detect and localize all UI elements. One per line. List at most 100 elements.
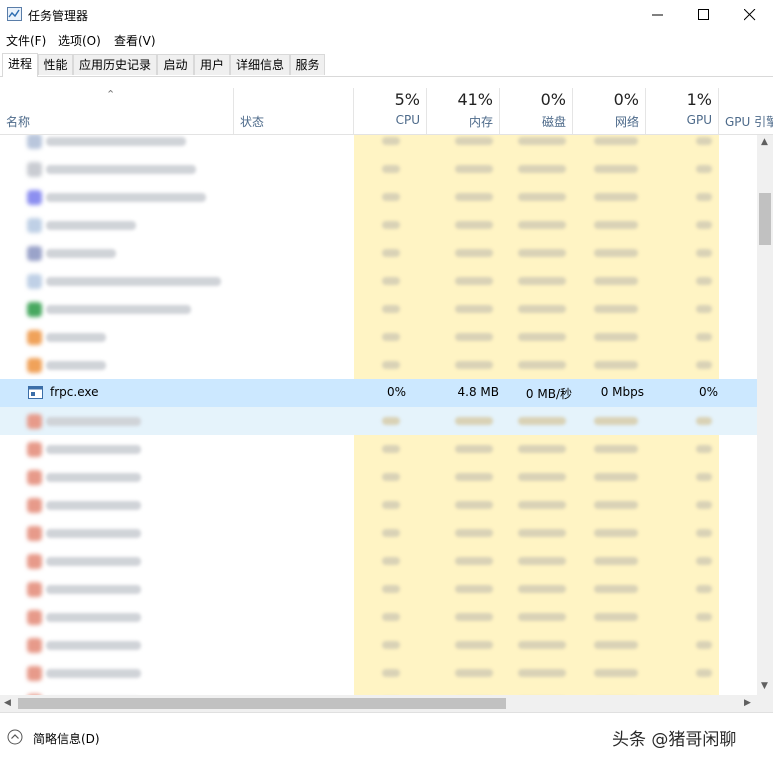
usage-value-obscured [518,305,566,313]
collapse-icon[interactable] [7,729,23,745]
usage-value-obscured [594,193,638,201]
horizontal-scrollbar[interactable]: ◀ ▶ [0,695,757,712]
process-icon [27,414,42,429]
usage-value-obscured [382,249,400,257]
task-manager-icon [7,7,22,21]
process-row[interactable] [0,135,757,155]
scroll-left-icon[interactable]: ◀ [4,698,11,708]
usage-value-obscured [594,417,638,425]
usage-value-obscured [518,137,566,145]
process-row[interactable] [0,351,757,379]
header-name[interactable]: ⌃ 名称 [0,88,234,134]
usage-value-obscured [518,277,566,285]
process-row[interactable] [0,239,757,267]
process-row-selected[interactable]: frpc.exe 0% 4.8 MB 0 MB/秒 0 Mbps 0% [0,379,757,407]
watermark: 头条 @猪哥闲聊 [612,730,737,750]
process-name-obscured [46,249,116,258]
header-network[interactable]: 0% 网络 [573,88,646,134]
process-row[interactable] [0,659,757,687]
usage-value-obscured [382,529,400,537]
column-header: ⌃ 名称 状态 5% CPU 41% 内存 0% 磁盘 0% 网络 1% GPU… [0,88,773,135]
process-row[interactable] [0,267,757,295]
vertical-scrollbar[interactable]: ▲ ▼ [757,135,773,695]
menu-options[interactable]: 选项(O) [58,32,101,49]
tab-services[interactable]: 服务 [290,54,325,75]
horizontal-scroll-thumb[interactable] [18,698,506,709]
process-icon [27,274,42,289]
usage-value-obscured [696,137,712,145]
usage-value-obscured [518,333,566,341]
usage-value-obscured [518,249,566,257]
header-cpu[interactable]: 5% CPU [354,88,427,134]
tab-details[interactable]: 详细信息 [230,54,290,75]
usage-value-obscured [696,277,712,285]
header-status[interactable]: 状态 [234,88,354,134]
vertical-scroll-thumb[interactable] [759,193,771,245]
process-row[interactable] [0,183,757,211]
usage-value-obscured [594,445,638,453]
menu-file[interactable]: 文件(F) [6,32,46,49]
process-row[interactable] [0,323,757,351]
usage-value-obscured [382,221,400,229]
process-row[interactable] [0,463,757,491]
tab-performance[interactable]: 性能 [38,54,73,75]
tab-users[interactable]: 用户 [194,54,230,75]
usage-value-obscured [518,529,566,537]
process-row[interactable] [0,155,757,183]
menu-bar: 文件(F) 选项(O) 查看(V) [0,30,773,50]
footer: 简略信息(D) 头条 @猪哥闲聊 [0,712,773,762]
usage-value-obscured [594,641,638,649]
maximize-button[interactable] [681,0,727,30]
process-name-obscured [46,669,141,678]
scroll-up-icon[interactable]: ▲ [761,137,768,147]
menu-view[interactable]: 查看(V) [114,32,156,49]
process-icon [27,666,42,681]
usage-value-obscured [382,585,400,593]
usage-value-obscured [455,501,493,509]
process-row[interactable] [0,575,757,603]
process-icon [27,330,42,345]
tab-app-history[interactable]: 应用历史记录 [73,54,157,75]
process-name-obscured [46,445,141,454]
usage-value-obscured [594,501,638,509]
usage-value-obscured [696,557,712,565]
process-icon [27,582,42,597]
usage-value-obscured [455,669,493,677]
process-row[interactable] [0,295,757,323]
process-row[interactable] [0,603,757,631]
usage-value-obscured [696,193,712,201]
fewer-details-link[interactable]: 简略信息(D) [33,730,100,747]
process-row[interactable] [0,687,757,695]
row-cpu: 0% [386,385,406,399]
usage-value-obscured [455,361,493,369]
header-disk[interactable]: 0% 磁盘 [500,88,573,134]
process-row[interactable] [0,547,757,575]
usage-value-obscured [696,417,712,425]
process-icon [27,526,42,541]
process-name-obscured [46,641,141,650]
usage-value-obscured [518,445,566,453]
close-button[interactable] [727,0,773,30]
usage-value-obscured [382,137,400,145]
tab-startup[interactable]: 启动 [157,54,194,75]
usage-value-obscured [455,641,493,649]
scroll-right-icon[interactable]: ▶ [744,698,751,708]
process-name-obscured [46,193,206,202]
usage-value-obscured [382,473,400,481]
tab-processes[interactable]: 进程 [2,53,38,77]
process-row[interactable] [0,631,757,659]
usage-value-obscured [696,361,712,369]
header-gpu-engine[interactable]: GPU 引擎 [719,88,773,134]
process-name-obscured [46,361,106,370]
header-memory[interactable]: 41% 内存 [427,88,500,134]
minimize-button[interactable] [635,0,681,30]
process-row[interactable] [0,491,757,519]
process-row[interactable] [0,435,757,463]
scroll-down-icon[interactable]: ▼ [761,681,768,691]
process-row[interactable] [0,211,757,239]
header-gpu[interactable]: 1% GPU [646,88,719,134]
process-row[interactable] [0,519,757,547]
process-table: frpc.exe 0% 4.8 MB 0 MB/秒 0 Mbps 0% [0,135,757,695]
usage-value-obscured [518,221,566,229]
process-row[interactable] [0,407,757,435]
